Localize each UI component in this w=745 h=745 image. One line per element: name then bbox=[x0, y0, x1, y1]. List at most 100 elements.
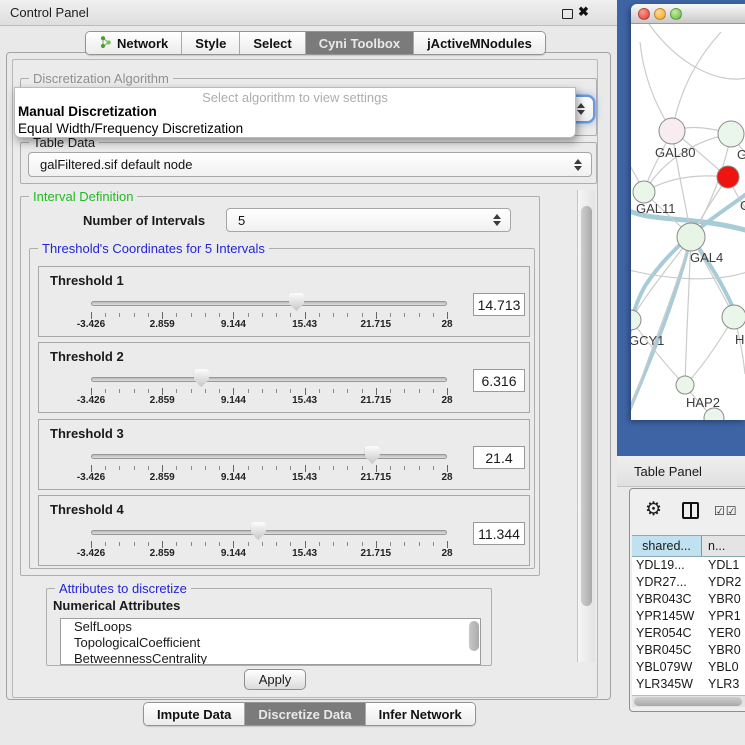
slider-handle[interactable] bbox=[251, 522, 266, 540]
tab-discretize-data[interactable]: Discretize Data bbox=[245, 703, 365, 725]
columns-icon[interactable] bbox=[682, 502, 699, 519]
num-intervals-combobox[interactable]: 5 bbox=[226, 208, 511, 232]
slider-ticks bbox=[91, 541, 448, 549]
slider-track[interactable] bbox=[91, 454, 447, 459]
threshold-value-field[interactable]: 21.4 bbox=[473, 446, 525, 469]
network-desktop: GAL80GACGAL11GAL4GCY1HHAP2 bbox=[617, 0, 745, 456]
tab-label: Impute Data bbox=[157, 707, 231, 722]
network-node-label: H bbox=[735, 332, 744, 347]
tab-infer-network[interactable]: Infer Network bbox=[366, 703, 475, 725]
threshold-value-field[interactable]: 6.316 bbox=[473, 369, 525, 392]
slider-track[interactable] bbox=[91, 301, 447, 306]
table-row[interactable]: YLR345WYLR3 bbox=[632, 676, 745, 693]
threshold-value-field[interactable]: 11.344 bbox=[473, 522, 525, 545]
table-row[interactable]: YBR045CYBR0 bbox=[632, 642, 745, 659]
network-node[interactable] bbox=[718, 121, 744, 147]
table-row[interactable]: YER054CYER0 bbox=[632, 625, 745, 642]
network-node-label: HAP2 bbox=[686, 395, 720, 410]
tick-label: 28 bbox=[441, 548, 452, 559]
algorithm-dropdown-popup: Select algorithm to view settings Manual… bbox=[14, 87, 576, 138]
column-header-shared-name[interactable]: shared... bbox=[632, 536, 702, 556]
table-row[interactable]: YDL19...YDL1 bbox=[632, 557, 745, 574]
table-data-combobox[interactable]: galFiltered.sif default node bbox=[28, 152, 592, 177]
tick-label: 9.144 bbox=[221, 472, 246, 483]
table-row[interactable]: YPR145WYPR1 bbox=[632, 608, 745, 625]
group-title: Discretization Algorithm bbox=[29, 71, 173, 86]
table-h-scrollbar-thumb[interactable] bbox=[634, 697, 742, 706]
tab-impute-data[interactable]: Impute Data bbox=[144, 703, 245, 725]
popup-item[interactable]: Equal Width/Frequency Discretization bbox=[18, 121, 243, 136]
slider-handle[interactable] bbox=[365, 446, 380, 464]
table-row[interactable]: YDR27...YDR2 bbox=[632, 574, 745, 591]
table-h-scrollbar[interactable] bbox=[632, 695, 745, 707]
table-panel-title: Table Panel bbox=[634, 464, 702, 479]
network-edge[interactable] bbox=[672, 32, 721, 131]
main-scrollbar[interactable] bbox=[577, 190, 595, 662]
tab-label: jActiveMNodules bbox=[427, 36, 532, 51]
network-node-label: C bbox=[740, 198, 745, 213]
table-toolbar: ⚙ ☑☑ bbox=[630, 489, 745, 535]
list-scrollbar[interactable] bbox=[469, 621, 479, 651]
tab-label: Style bbox=[195, 36, 226, 51]
tab-cyni-toolbox[interactable]: Cyni Toolbox bbox=[306, 32, 414, 54]
network-edge[interactable] bbox=[631, 320, 685, 385]
attribute-list-item[interactable]: TopologicalCoefficient bbox=[61, 635, 480, 651]
network-node[interactable] bbox=[717, 166, 739, 188]
bottom-tab-bar: Impute Data Discretize Data Infer Network bbox=[143, 702, 476, 726]
tick-label: 2.859 bbox=[150, 319, 175, 330]
table-row[interactable]: YBR043CYBR0 bbox=[632, 591, 745, 608]
float-window-icon[interactable] bbox=[562, 9, 573, 19]
tab-network[interactable]: Network bbox=[86, 32, 182, 54]
slider-track[interactable] bbox=[91, 530, 447, 535]
table-cell: YDL1 bbox=[702, 557, 745, 574]
network-node[interactable] bbox=[633, 181, 655, 203]
network-node[interactable] bbox=[659, 118, 685, 144]
gear-icon[interactable]: ⚙ bbox=[645, 498, 662, 521]
group-title: Threshold's Coordinates for 5 Intervals bbox=[38, 241, 269, 256]
threshold-value-field[interactable]: 14.713 bbox=[473, 293, 525, 316]
network-node[interactable] bbox=[676, 376, 694, 394]
table-cell: YER054C bbox=[632, 625, 702, 642]
table-row[interactable]: YBL079WYBL0 bbox=[632, 659, 745, 676]
network-edge[interactable] bbox=[649, 24, 745, 79]
network-canvas[interactable]: GAL80GACGAL11GAL4GCY1HHAP2 bbox=[631, 24, 745, 420]
network-window-titlebar[interactable] bbox=[631, 4, 745, 24]
slider-handle[interactable] bbox=[194, 369, 209, 387]
tick-label: 21.715 bbox=[361, 548, 392, 559]
zoom-window-icon[interactable] bbox=[670, 8, 682, 20]
network-edge[interactable] bbox=[640, 42, 672, 131]
close-icon[interactable]: ✖ bbox=[578, 4, 589, 20]
tick-label: 2.859 bbox=[150, 548, 175, 559]
tab-select[interactable]: Select bbox=[240, 32, 305, 54]
numerical-attributes-list: SelfLoopsTopologicalCoefficientBetweenne… bbox=[60, 618, 481, 665]
attribute-list-item[interactable]: BetweennessCentrality bbox=[61, 651, 480, 665]
apply-button[interactable]: Apply bbox=[244, 669, 306, 690]
tick-label: 28 bbox=[441, 319, 452, 330]
tab-style[interactable]: Style bbox=[182, 32, 240, 54]
network-edge[interactable] bbox=[685, 317, 734, 385]
tick-label: -3.426 bbox=[77, 548, 105, 559]
checkbox-icons[interactable]: ☑☑ bbox=[714, 504, 738, 518]
slider-track[interactable] bbox=[91, 377, 447, 382]
tab-label: Infer Network bbox=[379, 707, 462, 722]
main-scrollbar-thumb[interactable] bbox=[581, 206, 592, 606]
column-header-name[interactable]: n... bbox=[702, 536, 745, 556]
close-window-icon[interactable] bbox=[638, 8, 650, 20]
network-node[interactable] bbox=[677, 223, 705, 251]
network-node[interactable] bbox=[631, 310, 641, 330]
tick-label: 15.43 bbox=[292, 548, 317, 559]
network-window: GAL80GACGAL11GAL4GCY1HHAP2 bbox=[631, 4, 745, 420]
minimize-window-icon[interactable] bbox=[654, 8, 666, 20]
popup-item[interactable]: Manual Discretization bbox=[18, 104, 157, 119]
threshold-label: Threshold 2 bbox=[50, 349, 124, 364]
attribute-list-item[interactable]: SelfLoops bbox=[61, 619, 480, 635]
table-cell: YLR3 bbox=[702, 676, 745, 693]
network-edge[interactable] bbox=[631, 270, 745, 279]
tick-label: 21.715 bbox=[361, 395, 392, 406]
network-node[interactable] bbox=[722, 305, 745, 329]
table-panel-titlebar: Table Panel bbox=[617, 456, 745, 487]
slider-handle[interactable] bbox=[289, 293, 304, 311]
group-title: Interval Definition bbox=[29, 189, 137, 204]
tab-jactivemnodules[interactable]: jActiveMNodules bbox=[414, 32, 545, 54]
popup-prompt: Select algorithm to view settings bbox=[15, 90, 575, 105]
